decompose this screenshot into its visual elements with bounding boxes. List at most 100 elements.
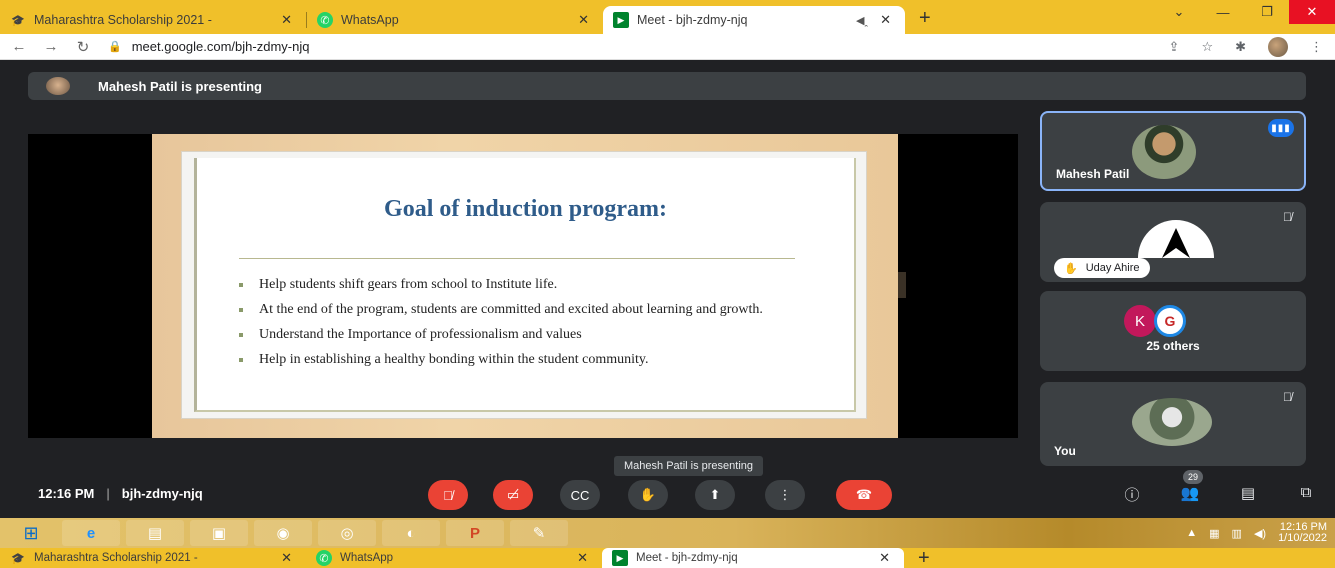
tray-arrow-icon[interactable]: ▲ (1186, 527, 1197, 539)
speaker-icon[interactable]: ◀ꞈ (856, 14, 868, 27)
meet-icon: ▶ (613, 12, 629, 28)
meet-icon: ▶ (612, 550, 628, 566)
tab-scholarship[interactable]: 🎓 Maharashtra Scholarship 2021 - ✕ (0, 6, 306, 34)
camera-off-button[interactable]: ▭̸ (493, 480, 533, 510)
participant-name: Mahesh Patil (1056, 167, 1130, 181)
windows-start-icon[interactable]: ⊞ (6, 520, 56, 546)
presenting-tooltip: Mahesh Patil is presenting (614, 456, 764, 476)
raise-hand-button[interactable]: ✋ (628, 480, 668, 510)
more-options-button[interactable]: ⋮ (765, 480, 805, 510)
reload-icon[interactable]: ↻ (70, 38, 96, 56)
firefox-icon[interactable]: ◉ (254, 520, 312, 546)
close-tab-icon[interactable]: ✕ (574, 12, 593, 28)
volume-icon[interactable]: ◀) (1254, 527, 1266, 540)
back-icon[interactable]: ← (6, 38, 32, 55)
close-tab-icon[interactable]: ✕ (277, 550, 296, 566)
tab-title: Meet - bjh-zdmy-njq (636, 552, 738, 564)
mortarboard-icon: 🎓 (11, 552, 25, 565)
windows-taskbar: ⊞ e ▤ ▣ ◉ ◎ ◐ P ✎ ▲ ▦ ▥ ◀) 12:16 PM 1/10… (0, 518, 1335, 548)
avatar-stack: K G (1124, 305, 1186, 337)
slide-bullet: At the end of the program, students are … (237, 299, 797, 321)
tab-whatsapp[interactable]: ✆ WhatsApp ✕ (307, 6, 603, 34)
slide-bullets: Help students shift gears from school to… (237, 274, 797, 374)
tab-meet[interactable]: ▶ Meet - bjh-zdmy-njq ✕ (602, 548, 904, 568)
browser-tab-strip: 🎓 Maharashtra Scholarship 2021 - ✕ ✆ Wha… (0, 0, 1335, 34)
mic-off-button[interactable]: 🎙̸ (428, 480, 468, 510)
slide-bullet: Understand the Importance of professiona… (237, 324, 797, 346)
minimize-button[interactable]: — (1201, 0, 1245, 24)
network-icon[interactable]: ▥ (1232, 527, 1242, 540)
new-tab-button[interactable]: + (918, 547, 930, 568)
avatar: K (1124, 305, 1156, 337)
meeting-details-icon[interactable]: ⓘ (1103, 484, 1161, 505)
url-field[interactable]: 🔒 meet.google.com/bjh-zdmy-njq (108, 39, 309, 54)
presenting-banner: Mahesh Patil is presenting (28, 72, 1306, 100)
browser-tab-strip-secondary: 🎓 Maharashtra Scholarship 2021 - ✕ ✆ Wha… (0, 547, 1335, 568)
tab-whatsapp[interactable]: ✆ WhatsApp ✕ (306, 548, 602, 568)
new-tab-button[interactable]: + (919, 7, 931, 30)
close-tab-icon[interactable]: ✕ (876, 12, 895, 28)
tab-title: WhatsApp (341, 13, 399, 27)
tab-meet[interactable]: ▶ Meet - bjh-zdmy-njq ◀ꞈ ✕ (603, 6, 905, 34)
participant-tile-others[interactable]: K G 25 others (1040, 291, 1306, 371)
system-tray: ▲ ▦ ▥ ◀) 12:16 PM 1/10/2022 (1186, 518, 1327, 548)
participant-logo (1138, 220, 1214, 258)
clock-date: 1/10/2022 (1278, 532, 1327, 544)
url-text: meet.google.com/bjh-zdmy-njq (131, 39, 310, 54)
participant-tile-you[interactable]: 🎙̸ You (1040, 382, 1306, 466)
forward-icon[interactable]: → (38, 38, 64, 55)
whatsapp-icon: ✆ (316, 550, 332, 566)
participant-count-badge: 29 (1183, 470, 1203, 484)
share-icon[interactable]: ⇪ (1169, 39, 1180, 55)
participant-tile-mahesh[interactable]: ▮▮▮ Mahesh Patil (1040, 111, 1306, 191)
meeting-code: bjh-zdmy-njq (121, 486, 203, 501)
tab-title: WhatsApp (340, 552, 394, 564)
system-clock[interactable]: 12:16 PM 1/10/2022 (1278, 522, 1327, 544)
edge-icon[interactable]: ◐ (382, 520, 440, 546)
close-tab-icon[interactable]: ✕ (277, 12, 296, 28)
slide-bullet: Help in establishing a healthy bonding w… (237, 349, 797, 371)
others-count-label: 25 others (1146, 339, 1200, 353)
tab-title: Maharashtra Scholarship 2021 - (34, 13, 212, 27)
participant-tile-uday[interactable]: 🎙̸ ✋ Uday Ahire (1040, 202, 1306, 282)
slide-frame: Goal of induction program: Help students… (152, 134, 898, 438)
close-tab-icon[interactable]: ✕ (573, 550, 592, 566)
meeting-info: 12:16 PM | bjh-zdmy-njq (38, 486, 203, 501)
chrome-icon[interactable]: ◎ (318, 520, 376, 546)
people-icon[interactable]: 👥 29 (1161, 470, 1219, 505)
mortarboard-icon: 🎓 (11, 14, 25, 27)
chat-icon[interactable]: ▤ (1219, 484, 1277, 505)
mic-muted-icon: 🎙̸ (1283, 210, 1292, 224)
menu-kebab-icon[interactable]: ⋮ (1310, 39, 1323, 55)
file-explorer-icon[interactable]: ▤ (126, 520, 184, 546)
paint-icon[interactable]: ✎ (510, 520, 568, 546)
bookmark-star-icon[interactable]: ☆ (1201, 39, 1213, 55)
tab-search-icon[interactable]: ⌄ (1157, 0, 1201, 24)
activities-icon[interactable]: ⧉ (1277, 484, 1335, 505)
restore-button[interactable]: ❐ (1245, 0, 1289, 24)
meet-window: Mahesh Patil is presenting Goal of induc… (0, 60, 1335, 518)
participant-video (1132, 125, 1196, 179)
present-button[interactable]: ⬆ (695, 480, 735, 510)
slide-content: Goal of induction program: Help students… (194, 158, 856, 412)
close-window-button[interactable]: ✕ (1289, 0, 1335, 24)
presenting-text: Mahesh Patil is presenting (98, 78, 262, 94)
avatar-logo-icon: G (1154, 305, 1186, 337)
leave-call-button[interactable]: ☎ (836, 480, 892, 510)
extensions-icon[interactable]: ✱ (1235, 39, 1246, 55)
close-tab-icon[interactable]: ✕ (875, 550, 894, 566)
raised-hand-chip: ✋ Uday Ahire (1054, 258, 1150, 278)
participant-name: You (1054, 444, 1076, 458)
presentation-stage: Goal of induction program: Help students… (28, 134, 1018, 438)
tray-app-icon[interactable]: ▦ (1209, 527, 1219, 540)
tab-scholarship[interactable]: 🎓 Maharashtra Scholarship 2021 - ✕ (0, 548, 306, 568)
tab-title: Meet - bjh-zdmy-njq (637, 13, 748, 27)
captions-button[interactable]: CC (560, 480, 600, 510)
powerpoint-icon[interactable]: P (446, 520, 504, 546)
slide-paper: Goal of induction program: Help students… (182, 152, 866, 418)
profile-avatar[interactable] (1268, 37, 1288, 57)
speaking-indicator-icon: ▮▮▮ (1268, 119, 1294, 137)
internet-explorer-icon[interactable]: e (62, 520, 120, 546)
meeting-time: 12:16 PM (38, 486, 95, 501)
store-icon[interactable]: ▣ (190, 520, 248, 546)
